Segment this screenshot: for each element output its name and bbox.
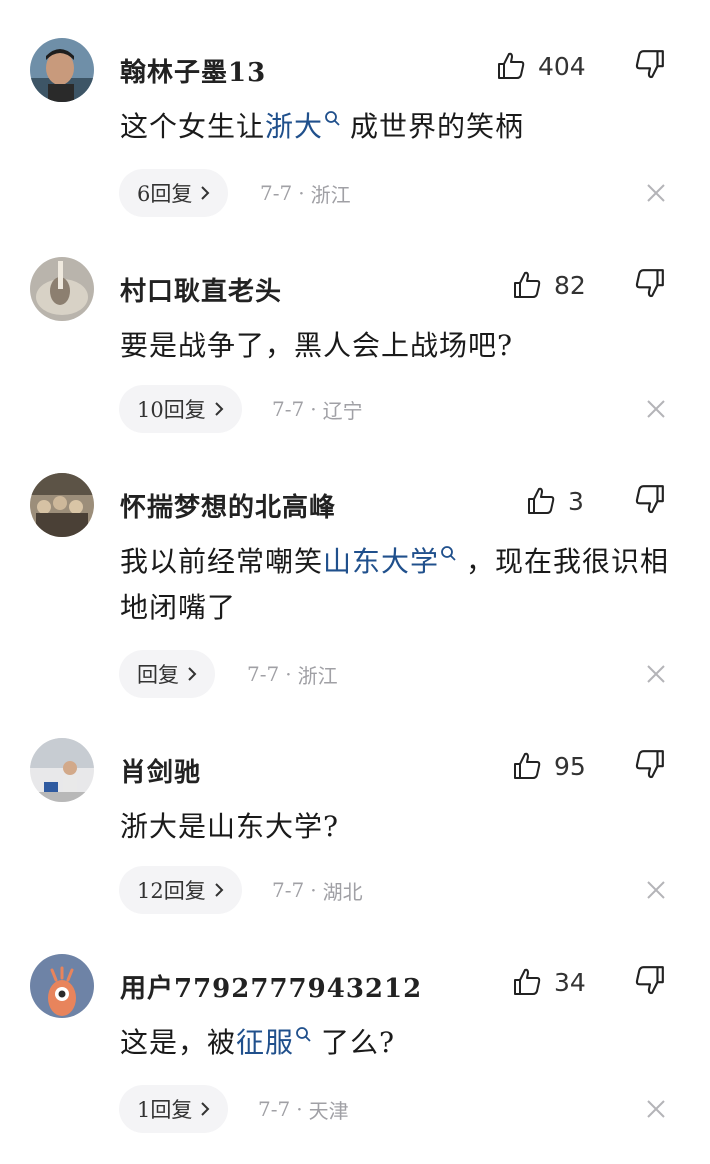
dislike-icon[interactable] [634,964,666,996]
close-icon[interactable] [645,398,667,420]
comment-meta: 7-7 · 辽宁 [272,397,363,423]
replies-button[interactable]: 12回复 [119,866,242,914]
comment-meta: 7-7 · 浙江 [247,662,338,688]
like-button[interactable]: 3 [526,479,584,523]
comment-item: 怀揣梦想的北高峰 3 我以前经常嘲笑山东大学 ，现在我很识相地闭嘴了 回复 7-7… [0,473,710,703]
replies-button[interactable]: 6回复 [119,169,229,217]
close-icon[interactable] [645,182,667,204]
username[interactable]: 村口耿直老头 [120,271,282,308]
avatar[interactable] [30,954,94,1018]
like-button[interactable]: 404 [496,44,586,88]
dislike-icon[interactable] [634,748,666,780]
close-icon[interactable] [645,1098,667,1120]
keyword-link[interactable]: 征服 [236,1026,294,1059]
comment-meta: 7-7 · 湖北 [272,878,363,904]
comment-text: 要是战争了，黑人会上战场吧? [120,329,514,362]
avatar[interactable] [30,38,94,102]
close-icon[interactable] [645,879,667,901]
comment-meta: 7-7 · 浙江 [260,181,351,207]
comment-item: 肖剑驰 95 浙大是山东大学? 12回复 7-7 · 湖北 [0,738,710,928]
close-icon[interactable] [645,663,667,685]
like-count: 3 [568,486,584,516]
avatar[interactable] [30,738,94,802]
like-button[interactable]: 95 [512,744,586,788]
search-icon [296,1027,311,1042]
comment-item: 翰林子墨13 404 这个女生让浙大 成世界的笑柄 6回复 7-7 · 浙江 [0,38,710,228]
like-icon [514,271,541,298]
comment-meta: 7-7 · 天津 [258,1097,349,1123]
replies-button[interactable]: 10回复 [119,385,242,433]
keyword-link[interactable]: 浙大 [265,110,323,143]
dislike-icon[interactable] [634,483,666,515]
like-count: 82 [554,270,586,300]
like-button[interactable]: 82 [512,263,586,307]
like-count: 34 [554,967,586,997]
like-icon [528,487,555,514]
search-icon [325,111,340,126]
dislike-icon[interactable] [634,267,666,299]
comment-text: 浙大是山东大学? [120,810,340,843]
chevron-right-icon [188,667,197,681]
username[interactable]: 用户7792777943212 [120,968,422,1005]
username[interactable]: 怀揣梦想的北高峰 [120,487,336,524]
like-icon [514,752,541,779]
like-count: 404 [538,51,586,81]
dislike-icon[interactable] [634,48,666,80]
like-icon [514,968,541,995]
comment-text: 我以前经常嘲笑山东大学 ，现在我很识相地闭嘴了 [120,545,670,624]
username[interactable]: 翰林子墨13 [120,52,266,89]
chevron-right-icon [201,186,210,200]
chevron-right-icon [201,1102,210,1116]
like-icon [498,52,525,79]
replies-button[interactable]: 1回复 [119,1085,229,1133]
chevron-right-icon [215,402,224,416]
avatar[interactable] [30,257,94,321]
keyword-link[interactable]: 山东大学 [323,545,439,578]
replies-button[interactable]: 回复 [119,650,215,698]
like-button[interactable]: 34 [512,960,586,1004]
comment-item: 用户7792777943212 34 这是，被征服 了么? 1回复 7-7 · 天津 [0,954,710,1154]
comment-text: 这个女生让浙大 成世界的笑柄 [120,110,525,143]
like-count: 95 [554,751,586,781]
username[interactable]: 肖剑驰 [120,752,201,789]
search-icon [441,546,456,561]
avatar[interactable] [30,473,94,537]
comment-text: 这是，被征服 了么? [120,1026,396,1059]
chevron-right-icon [215,883,224,897]
comment-item: 村口耿直老头 82 要是战争了，黑人会上战场吧? 10回复 7-7 · 辽宁 [0,257,710,447]
